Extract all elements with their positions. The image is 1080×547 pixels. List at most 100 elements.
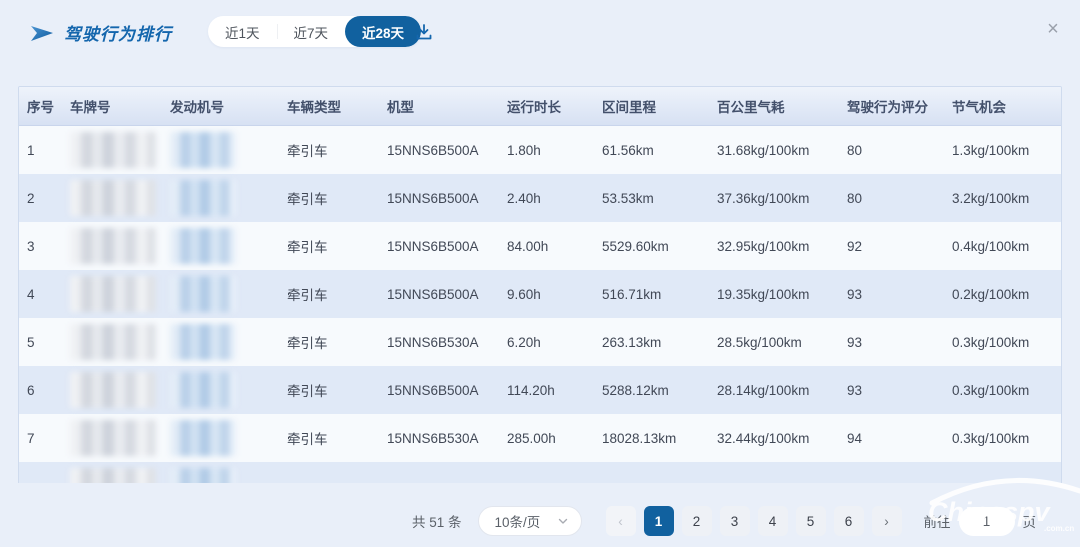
blurred-engine	[170, 372, 236, 408]
cell-mileage: 53.53km	[602, 191, 717, 206]
page-size-value: 10条/页	[495, 511, 541, 531]
cell-model: 15NNS6B530A	[387, 431, 507, 446]
cell-run_hours: 84.00h	[507, 239, 602, 254]
page-buttons: 123456	[644, 506, 864, 536]
cell-model: 15NNS6B530A	[387, 335, 507, 350]
column-header-score: 驾驶行为评分	[847, 96, 952, 116]
cell-mileage: 5529.60km	[602, 239, 717, 254]
cell-mileage: 263.13km	[602, 335, 717, 350]
table-row[interactable]: 2牵引车15NNS6B500A2.40h53.53km37.36kg/100km…	[19, 174, 1061, 222]
blurred-plate	[70, 468, 156, 483]
cell-vehicle_type: 牵引车	[287, 284, 387, 304]
cell-saving_chance: 3.2kg/100km	[952, 191, 1061, 206]
table-row[interactable]: 6牵引车15NNS6B500A114.20h5288.12km28.14kg/1…	[19, 366, 1061, 414]
table-header-row: 序号车牌号发动机号车辆类型机型运行时长区间里程百公里气耗驾驶行为评分节气机会	[19, 87, 1061, 126]
page-button-3[interactable]: 3	[720, 506, 750, 536]
cell-plate	[70, 372, 170, 408]
column-header-run_hours: 运行时长	[507, 96, 602, 116]
page-button-6[interactable]: 6	[834, 506, 864, 536]
blurred-plate	[70, 228, 156, 264]
pagination: 共 51 条 10条/页 ‹ 123456 › 前往 页	[0, 504, 1080, 538]
filter-last-1-day[interactable]: 近1天	[208, 16, 277, 47]
column-header-saving_chance: 节气机会	[952, 96, 1061, 116]
table-row[interactable]	[19, 462, 1061, 483]
blurred-plate	[70, 132, 156, 168]
blurred-plate	[70, 324, 156, 360]
cell-score: 93	[847, 383, 952, 398]
cell-vehicle_type: 牵引车	[287, 380, 387, 400]
page-title: 驾驶行为排行	[64, 20, 172, 45]
cell-gas_per_100km: 28.14kg/100km	[717, 383, 847, 398]
cell-model: 15NNS6B500A	[387, 239, 507, 254]
blurred-plate	[70, 420, 156, 456]
cell-engine	[170, 228, 287, 264]
title-wrap: 驾驶行为排行	[30, 20, 172, 45]
page-button-1[interactable]: 1	[644, 506, 674, 536]
page-button-2[interactable]: 2	[682, 506, 712, 536]
cell-plate	[70, 468, 170, 483]
column-header-index: 序号	[27, 96, 70, 116]
close-icon[interactable]: ×	[1042, 18, 1064, 40]
table-row[interactable]: 3牵引车15NNS6B500A84.00h5529.60km32.95kg/10…	[19, 222, 1061, 270]
cell-index: 3	[27, 239, 70, 254]
cell-engine	[170, 324, 287, 360]
page-size-select[interactable]: 10条/页	[478, 506, 582, 536]
table-row[interactable]: 4牵引车15NNS6B500A9.60h516.71km19.35kg/100k…	[19, 270, 1061, 318]
prev-page-button[interactable]: ‹	[606, 506, 636, 536]
cell-plate	[70, 276, 170, 312]
next-page-button[interactable]: ›	[872, 506, 902, 536]
column-header-plate: 车牌号	[70, 96, 170, 116]
cell-run_hours: 2.40h	[507, 191, 602, 206]
panel-header: 驾驶行为排行 近1天 近7天 近28天 ×	[0, 0, 1080, 64]
page-button-5[interactable]: 5	[796, 506, 826, 536]
cell-model: 15NNS6B500A	[387, 287, 507, 302]
blurred-engine	[170, 180, 236, 216]
blurred-engine	[170, 132, 236, 168]
cell-engine	[170, 180, 287, 216]
blurred-engine	[170, 468, 236, 483]
cell-plate	[70, 324, 170, 360]
table-row[interactable]: 7牵引车15NNS6B530A285.00h18028.13km32.44kg/…	[19, 414, 1061, 462]
cell-run_hours: 114.20h	[507, 383, 602, 398]
cell-gas_per_100km: 31.68kg/100km	[717, 143, 847, 158]
blurred-engine	[170, 228, 236, 264]
cell-vehicle_type: 牵引车	[287, 428, 387, 448]
cell-engine	[170, 420, 287, 456]
cell-index: 5	[27, 335, 70, 350]
cell-index: 1	[27, 143, 70, 158]
cell-score: 94	[847, 431, 952, 446]
cell-plate	[70, 228, 170, 264]
cell-plate	[70, 180, 170, 216]
goto-suffix: 页	[1023, 511, 1037, 531]
cell-run_hours: 285.00h	[507, 431, 602, 446]
blurred-plate	[70, 276, 156, 312]
filter-last-7-days[interactable]: 近7天	[277, 16, 346, 47]
goto-page-input[interactable]	[959, 507, 1015, 536]
page-button-4[interactable]: 4	[758, 506, 788, 536]
cell-saving_chance: 0.3kg/100km	[952, 383, 1061, 398]
column-header-model: 机型	[387, 96, 507, 116]
cell-saving_chance: 0.3kg/100km	[952, 335, 1061, 350]
driving-behavior-panel: 驾驶行为排行 近1天 近7天 近28天 × 序号车牌号发动机号车辆类型机型运行时…	[0, 0, 1080, 547]
cell-mileage: 5288.12km	[602, 383, 717, 398]
cell-gas_per_100km: 19.35kg/100km	[717, 287, 847, 302]
cell-vehicle_type: 牵引车	[287, 236, 387, 256]
cell-index: 7	[27, 431, 70, 446]
blurred-plate	[70, 180, 156, 216]
column-header-engine: 发动机号	[170, 96, 287, 116]
chevron-down-icon	[557, 515, 569, 527]
cell-engine	[170, 132, 287, 168]
cell-engine	[170, 372, 287, 408]
cell-mileage: 61.56km	[602, 143, 717, 158]
blurred-engine	[170, 276, 236, 312]
table-row[interactable]: 5牵引车15NNS6B530A6.20h263.13km28.5kg/100km…	[19, 318, 1061, 366]
table-row[interactable]: 1牵引车15NNS6B500A1.80h61.56km31.68kg/100km…	[19, 126, 1061, 174]
cell-gas_per_100km: 32.44kg/100km	[717, 431, 847, 446]
column-header-vehicle_type: 车辆类型	[287, 96, 387, 116]
cell-score: 80	[847, 143, 952, 158]
filter-last-28-days[interactable]: 近28天	[345, 16, 421, 47]
download-icon[interactable]	[414, 22, 434, 42]
cell-saving_chance: 0.4kg/100km	[952, 239, 1061, 254]
column-header-gas_per_100km: 百公里气耗	[717, 96, 847, 116]
total-count: 共 51 条	[412, 511, 462, 531]
